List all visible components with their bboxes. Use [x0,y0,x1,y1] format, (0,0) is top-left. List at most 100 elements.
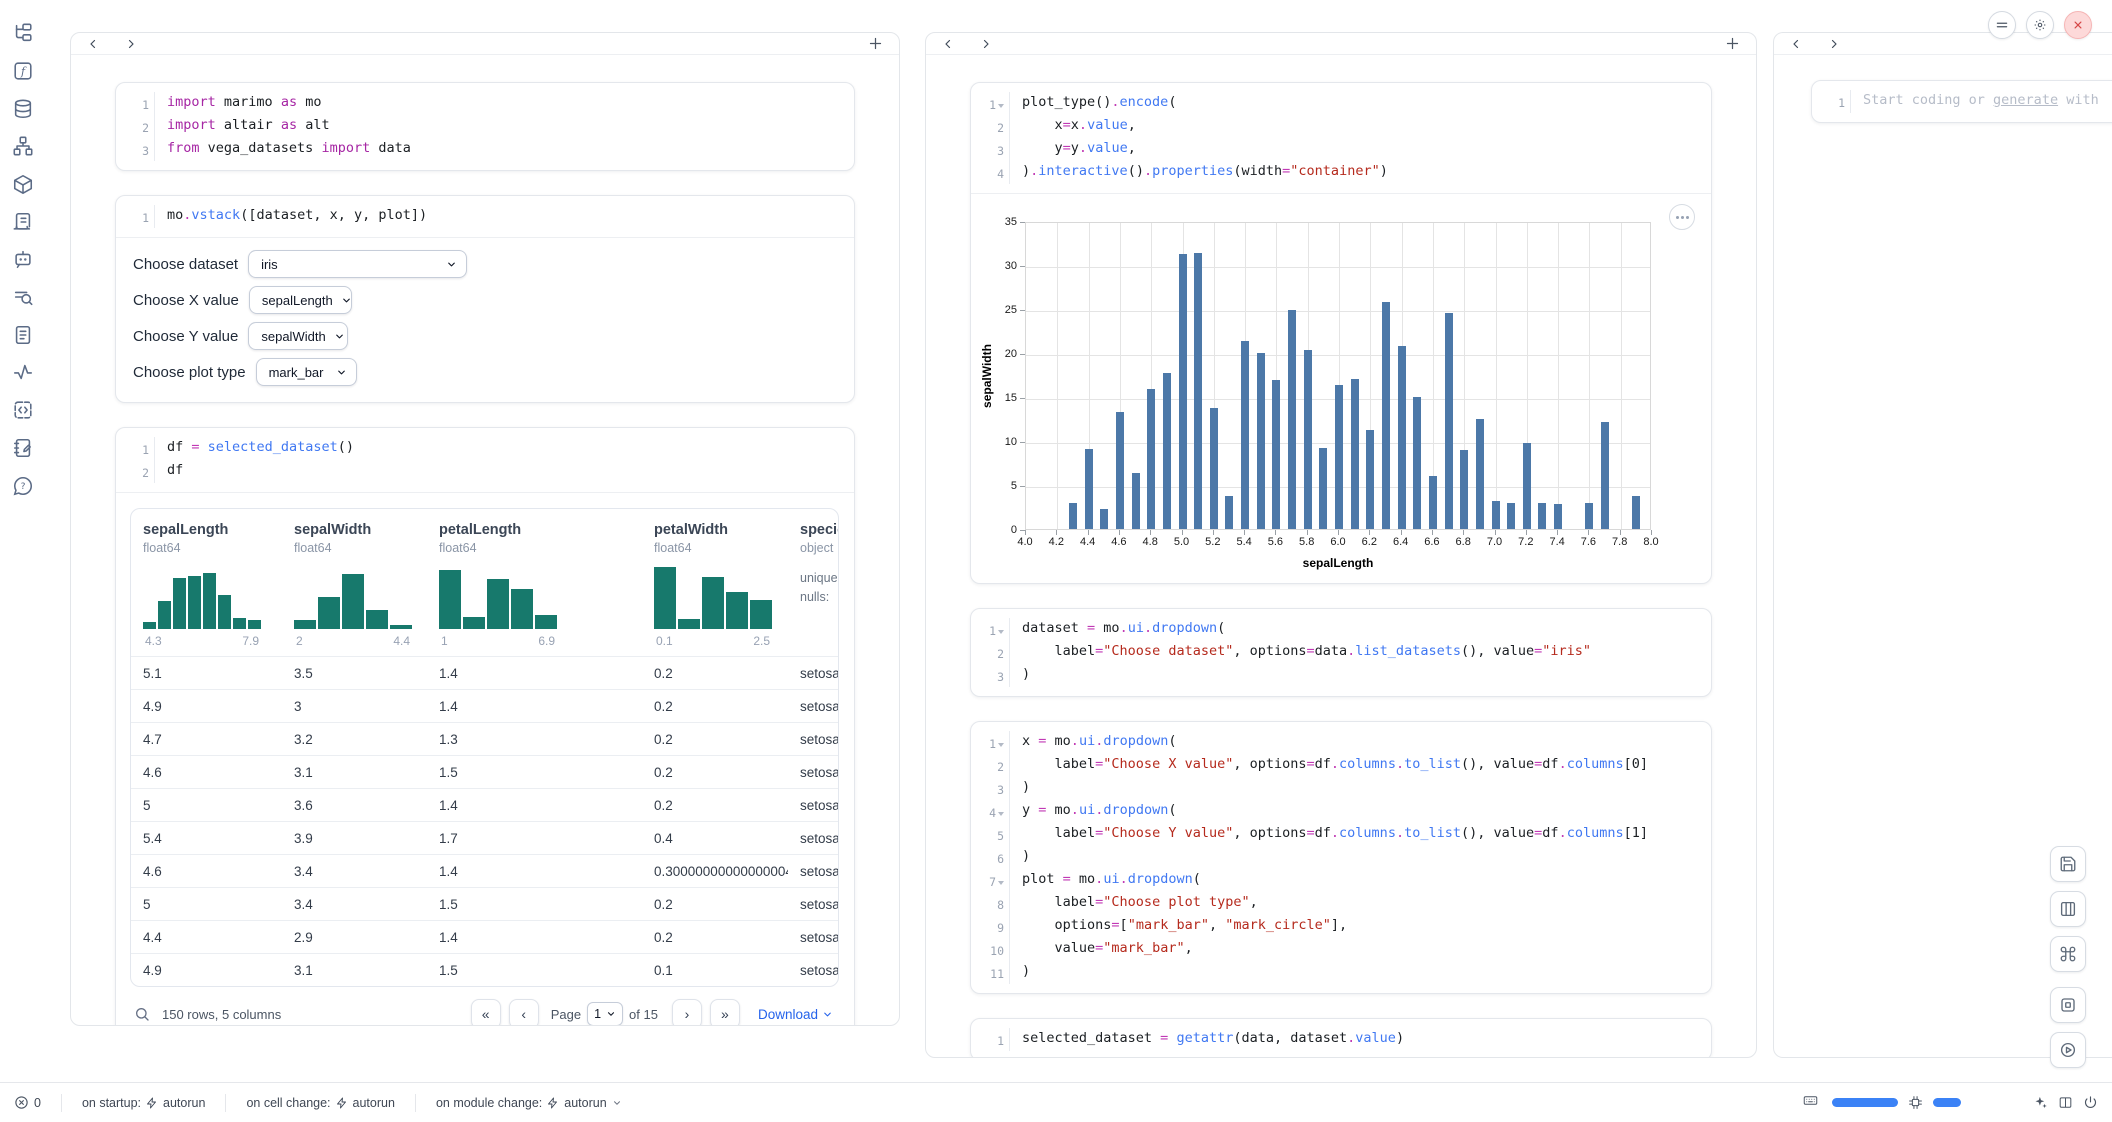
code-line[interactable]: 7plot = mo.ui.dropdown( [971,869,1711,892]
table-row[interactable]: 4.93.11.50.1setosa [131,953,838,986]
chart-bar[interactable] [1429,476,1437,529]
chart-bar[interactable] [1272,380,1280,529]
chat-icon[interactable] [12,248,34,270]
chart-bar[interactable] [1632,496,1640,529]
cell-imports[interactable]: 1import marimo as mo2import altair as al… [115,82,855,171]
ai-sparkles-icon[interactable] [2033,1095,2048,1110]
database-icon[interactable] [12,98,34,120]
column-header[interactable]: sepalWidthfloat6424.4 [282,509,427,656]
chart-bar[interactable] [1319,448,1327,529]
prev-page-button[interactable]: ‹ [509,999,539,1026]
chart-actions-button[interactable] [1669,204,1695,230]
chart-bar[interactable] [1413,397,1421,529]
code-line[interactable]: 5 label="Choose Y value", options=df.col… [971,823,1711,846]
chart-bar[interactable] [1085,449,1093,529]
on-module-change-setting[interactable]: on module change: autorun [426,1096,632,1110]
chart-bar[interactable] [1538,503,1546,529]
cell-dataframe[interactable]: 1df = selected_dataset()2df sepalLengthf… [115,427,855,1026]
chevron-left-icon[interactable] [1790,38,1802,50]
run-button[interactable] [2050,1032,2086,1068]
code-line[interactable]: 1x = mo.ui.dropdown( [971,731,1711,754]
chart-bar[interactable] [1288,310,1296,529]
chevron-right-icon[interactable] [980,38,992,50]
command-shortcuts-button[interactable] [2050,936,2086,972]
cpu-usage-bar[interactable] [1933,1098,1961,1107]
chart-bar[interactable] [1194,253,1202,529]
table-row[interactable]: 4.42.91.40.2setosa [131,920,838,953]
code-line[interactable]: 3from vega_datasets import data [116,138,854,161]
chart-bar[interactable] [1210,408,1218,529]
chart-bar[interactable] [1460,450,1468,529]
code-line[interactable]: 2 label="Choose dataset", options=data.l… [971,641,1711,664]
chart-bar[interactable] [1116,412,1124,529]
generate-link[interactable]: generate [1993,92,2058,108]
code-line[interactable]: 11) [971,961,1711,984]
code-line[interactable]: 2 x=x.value, [971,115,1711,138]
columns-icon[interactable] [2058,1095,2073,1110]
dependency-graph-icon[interactable] [12,135,34,157]
column-header[interactable]: sepalLengthfloat644.37.9 [131,509,282,656]
errors-indicator[interactable]: 0 [14,1095,51,1110]
fold-chevron-icon[interactable] [998,630,1004,634]
code-line[interactable]: 2import altair as alt [116,115,854,138]
code-line[interactable]: 1mo.vstack([dataset, x, y, plot]) [116,205,854,228]
settings-button[interactable] [2026,11,2054,39]
code-line[interactable]: 2df [116,460,854,483]
chart-bar[interactable] [1179,254,1187,529]
chart-bar[interactable] [1132,473,1140,529]
keyboard-icon[interactable] [1803,1093,1822,1112]
fold-chevron-icon[interactable] [998,743,1004,747]
search-icon[interactable] [134,1006,150,1022]
on-cell-change-setting[interactable]: on cell change: autorun [236,1096,405,1110]
chart-bar[interactable] [1492,501,1500,529]
chevron-right-icon[interactable] [1828,38,1840,50]
fold-chevron-icon[interactable] [998,881,1004,885]
on-startup-setting[interactable]: on startup: autorun [72,1096,215,1110]
code-line[interactable]: 3 y=y.value, [971,138,1711,161]
chart-bar[interactable] [1257,353,1265,529]
table-row[interactable]: 53.61.40.2setosa [131,788,838,821]
code-line[interactable]: 1df = selected_dataset() [116,437,854,460]
memory-usage-bar[interactable] [1832,1098,1898,1107]
chevron-left-icon[interactable] [942,38,954,50]
code-line[interactable]: 3) [971,664,1711,687]
scratchpad-search-icon[interactable] [12,286,34,308]
chart-bar[interactable] [1398,346,1406,529]
chart-bar[interactable] [1523,443,1531,529]
chart-bar[interactable] [1100,509,1108,529]
dropdown-select[interactable]: mark_bar [256,358,357,386]
documentation-icon[interactable] [12,324,34,346]
cell-selected-dataset[interactable]: 1selected_dataset = getattr(data, datase… [970,1018,1712,1058]
chart-bar[interactable] [1304,350,1312,529]
chart-bar[interactable] [1163,373,1171,529]
file-tree-icon[interactable] [12,22,34,44]
cell-xy-plot-dropdowns[interactable]: 1x = mo.ui.dropdown(2 label="Choose X va… [970,721,1712,994]
code-line[interactable]: 4y = mo.ui.dropdown( [971,800,1711,823]
table-row[interactable]: 4.931.40.2setosa [131,689,838,722]
next-page-button[interactable]: › [672,999,702,1026]
code-line[interactable]: 1import marimo as mo [116,92,854,115]
code-line[interactable]: 1dataset = mo.ui.dropdown( [971,618,1711,641]
download-link[interactable]: Download [758,1007,833,1022]
dropdown-select[interactable]: sepalLength [249,286,352,314]
cell-vstack[interactable]: 1mo.vstack([dataset, x, y, plot]) Choose… [115,195,855,403]
table-row[interactable]: 4.63.11.50.2setosa [131,755,838,788]
chart-bar[interactable] [1554,504,1562,529]
chart-bar[interactable] [1335,385,1343,529]
fold-chevron-icon[interactable] [998,104,1004,108]
column-header[interactable]: speciesobjectuniquenulls: [788,509,838,656]
code-line[interactable]: 4).interactive().properties(width="conta… [971,161,1711,184]
add-cell-button[interactable] [1725,36,1740,51]
chart-bar[interactable] [1507,503,1515,529]
chart-bar[interactable] [1382,302,1390,529]
page-select[interactable]: 1 [587,1002,623,1026]
layout-button[interactable] [2050,891,2086,927]
power-icon[interactable] [2083,1095,2098,1110]
cell-dataset-dropdown[interactable]: 1dataset = mo.ui.dropdown(2 label="Choos… [970,608,1712,697]
chart-bar[interactable] [1241,341,1249,529]
chart-bar[interactable] [1445,313,1453,529]
table-row[interactable]: 53.41.50.2setosa [131,887,838,920]
packages-icon[interactable] [12,173,34,195]
table-row[interactable]: 4.63.41.40.30000000000000004setosa [131,854,838,887]
code-placeholder[interactable]: Start coding or generate with [1850,90,2099,113]
